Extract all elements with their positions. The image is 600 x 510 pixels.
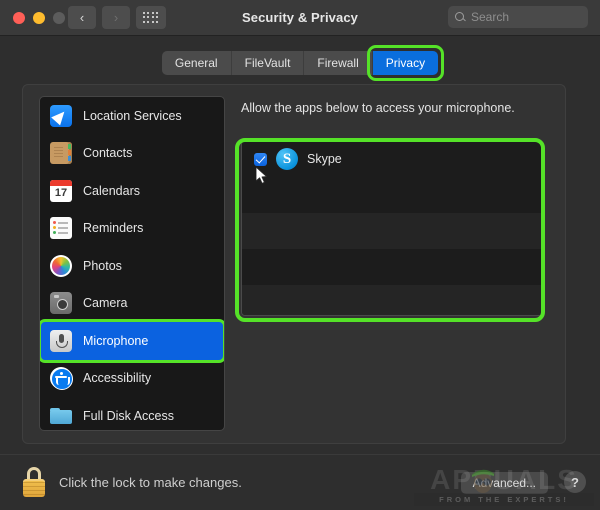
sidebar-item-label: Camera <box>83 296 128 311</box>
sidebar-item-label: Accessibility <box>83 371 152 386</box>
skype-permission-checkbox[interactable] <box>254 152 267 166</box>
tab-privacy[interactable]: Privacy <box>366 45 445 81</box>
reminders-icon <box>50 217 72 240</box>
sidebar-item-label: Photos <box>83 258 122 273</box>
window-titlebar: ‹ › Security & Privacy Search <box>0 0 600 36</box>
help-button[interactable]: ? <box>564 471 586 493</box>
sidebar-item-label: Reminders <box>83 221 144 236</box>
tab-privacy-label: Privacy <box>385 56 426 70</box>
app-name-label: Skype <box>307 152 342 166</box>
permission-instruction: Allow the apps below to access your micr… <box>241 101 515 115</box>
search-input[interactable]: Search <box>448 6 588 28</box>
microphone-permissions-pane: Allow the apps below to access your micr… <box>235 96 551 431</box>
contacts-icon <box>50 142 72 165</box>
tab-filevault-label: FileVault <box>244 56 291 70</box>
table-row <box>242 285 542 315</box>
tab-filevault[interactable]: FileVault <box>231 51 305 75</box>
tab-general-label: General <box>174 56 218 70</box>
tab-general[interactable]: General <box>161 51 232 75</box>
privacy-category-list[interactable]: Location Services Contacts 17 Calendars … <box>39 96 225 431</box>
calendars-icon: 17 <box>50 179 72 202</box>
sidebar-item-full-disk-access[interactable]: Full Disk Access <box>40 397 224 430</box>
accessibility-icon <box>50 367 73 391</box>
sidebar-item-photos[interactable]: Photos <box>40 247 224 285</box>
security-privacy-window: ‹ › Security & Privacy Search General Fi… <box>0 0 600 510</box>
table-row <box>242 213 542 249</box>
location-services-icon <box>50 104 72 127</box>
privacy-panel: Location Services Contacts 17 Calendars … <box>22 84 566 444</box>
bottom-bar: Click the lock to make changes. Advanced… <box>0 454 600 510</box>
folder-icon <box>50 405 72 427</box>
skype-glyph: S <box>282 150 292 167</box>
sidebar-item-contacts[interactable]: Contacts <box>40 135 224 173</box>
search-placeholder: Search <box>471 10 510 24</box>
sidebar-item-camera[interactable]: Camera <box>40 285 224 323</box>
sidebar-item-label: Calendars <box>83 183 140 198</box>
sidebar-item-label: Microphone <box>83 333 149 348</box>
sidebar-item-location-services[interactable]: Location Services <box>40 97 224 135</box>
sidebar-item-accessibility[interactable]: Accessibility <box>40 360 224 398</box>
sidebar-item-calendars[interactable]: 17 Calendars <box>40 172 224 210</box>
sidebar-item-microphone[interactable]: Microphone <box>40 319 224 363</box>
sidebar-item-reminders[interactable]: Reminders <box>40 210 224 248</box>
tab-bar: General FileVault Firewall Privacy <box>0 45 600 81</box>
lock-hint-label: Click the lock to make changes. <box>59 474 242 490</box>
tab-firewall-label: Firewall <box>317 56 359 70</box>
sidebar-item-label: Location Services <box>83 108 182 123</box>
sidebar-item-label: Full Disk Access <box>83 408 174 423</box>
lock-closed-icon[interactable] <box>22 467 46 497</box>
question-mark-icon: ? <box>571 474 579 490</box>
table-row <box>242 177 542 213</box>
microphone-icon <box>50 329 72 352</box>
sidebar-item-label: Contacts <box>83 146 133 161</box>
lock-control[interactable]: Click the lock to make changes. <box>22 467 242 497</box>
table-row <box>242 249 542 285</box>
skype-icon: S <box>276 148 298 170</box>
tab-firewall[interactable]: Firewall <box>304 51 373 75</box>
camera-icon <box>50 292 72 315</box>
photos-icon <box>50 254 72 277</box>
advanced-button[interactable]: Advanced... <box>460 472 548 494</box>
search-icon <box>455 11 466 23</box>
watermark-tagline: FROM THE EXPERTS! <box>414 493 594 506</box>
calendar-day-number: 17 <box>54 186 68 199</box>
advanced-button-label: Advanced... <box>472 476 536 490</box>
table-row[interactable]: S Skype <box>242 141 542 177</box>
allowed-apps-list[interactable]: S Skype <box>241 140 543 316</box>
